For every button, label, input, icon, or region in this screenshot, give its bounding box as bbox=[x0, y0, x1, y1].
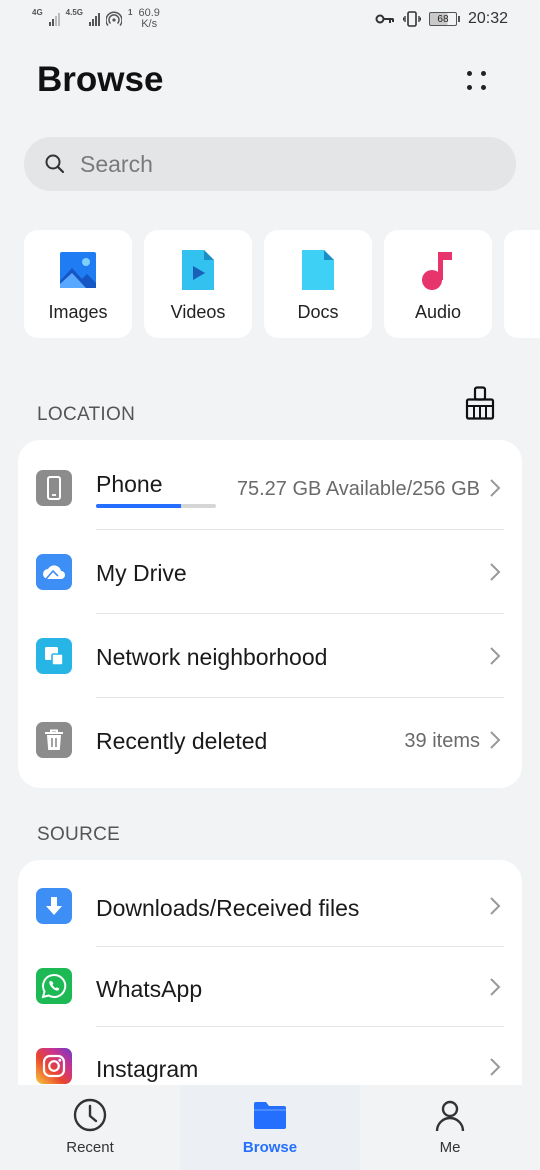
person-icon bbox=[435, 1100, 465, 1132]
deleted-count: 39 items bbox=[404, 730, 480, 752]
more-options-button[interactable] bbox=[458, 62, 496, 100]
hotspot-icon bbox=[106, 11, 123, 26]
cloud-icon bbox=[36, 554, 72, 590]
signal-icon bbox=[89, 12, 101, 26]
nav-label: Browse bbox=[242, 1139, 298, 1156]
status-right: 68 20:32 bbox=[375, 10, 508, 28]
instagram-icon bbox=[36, 1048, 72, 1084]
chevron-right-icon bbox=[490, 563, 501, 581]
search-bar[interactable] bbox=[24, 137, 516, 191]
whatsapp-icon bbox=[36, 968, 72, 1004]
images-icon bbox=[58, 250, 98, 290]
network-speed: 60.9 K/s bbox=[138, 8, 159, 30]
docs-icon bbox=[298, 250, 338, 290]
nav-label: Recent bbox=[66, 1139, 114, 1156]
category-audio[interactable]: Audio bbox=[384, 230, 492, 338]
location-label: Recently deleted bbox=[96, 728, 268, 754]
source-label: Downloads/Received files bbox=[96, 895, 360, 921]
storage-progress-bar bbox=[96, 504, 216, 508]
nav-recent[interactable]: Recent bbox=[0, 1085, 180, 1170]
source-label: WhatsApp bbox=[96, 976, 203, 1002]
location-item-network-neighborhood[interactable]: Network neighborhood bbox=[18, 614, 522, 698]
location-item-my-drive[interactable]: My Drive bbox=[18, 530, 522, 614]
category-images[interactable]: Images bbox=[24, 230, 132, 338]
battery-icon: 68 bbox=[428, 12, 460, 26]
location-item-recently-deleted[interactable]: Recently deleted 39 items bbox=[18, 698, 522, 788]
category-more[interactable] bbox=[504, 230, 540, 338]
audio-icon bbox=[418, 250, 458, 290]
videos-icon bbox=[178, 250, 218, 290]
category-label: Images bbox=[48, 302, 108, 322]
more-dots-icon bbox=[481, 85, 486, 90]
network-type-2: 4.5G bbox=[65, 8, 84, 17]
location-label: My Drive bbox=[96, 560, 187, 586]
chevron-right-icon bbox=[490, 1058, 501, 1076]
phone-icon bbox=[36, 470, 72, 506]
status-bar: 4G 4.5G 1 60.9 K/s 68 20:32 bbox=[0, 0, 540, 38]
location-card: Phone 75.27 GB Available/256 GB My Drive… bbox=[18, 440, 522, 788]
nav-label: Me bbox=[439, 1139, 461, 1156]
category-row: Images Videos Docs Audio bbox=[24, 230, 540, 338]
category-label: Audio bbox=[414, 302, 462, 322]
category-videos[interactable]: Videos bbox=[144, 230, 252, 338]
chevron-right-icon bbox=[490, 647, 501, 665]
source-label: Instagram bbox=[96, 1056, 199, 1082]
clock-icon bbox=[73, 1098, 107, 1132]
broom-icon[interactable] bbox=[464, 386, 496, 420]
search-input[interactable] bbox=[80, 150, 460, 178]
hotspot-count: 1 bbox=[128, 8, 133, 17]
storage-info: 75.27 GB Available/256 GB bbox=[236, 478, 480, 500]
trash-icon bbox=[36, 722, 72, 758]
chevron-right-icon bbox=[490, 978, 501, 996]
folder-icon bbox=[254, 1102, 286, 1129]
nav-me[interactable]: Me bbox=[360, 1085, 540, 1170]
category-label: Docs bbox=[297, 302, 339, 322]
source-item-downloads[interactable]: Downloads/Received files bbox=[18, 860, 522, 946]
chevron-right-icon bbox=[490, 479, 501, 497]
status-left: 4G 4.5G 1 60.9 K/s bbox=[32, 8, 160, 30]
page-title: Browse bbox=[37, 60, 164, 99]
location-item-phone[interactable]: Phone 75.27 GB Available/256 GB bbox=[18, 440, 522, 530]
signal-icon bbox=[48, 12, 60, 26]
search-icon bbox=[45, 154, 65, 174]
category-label: Videos bbox=[170, 302, 226, 322]
battery-level: 68 bbox=[428, 12, 457, 26]
clock-time: 20:32 bbox=[467, 10, 508, 27]
speed-unit: K/s bbox=[141, 18, 158, 30]
vibrate-icon bbox=[402, 11, 421, 27]
chevron-right-icon bbox=[490, 731, 501, 749]
location-section-title: LOCATION bbox=[37, 404, 136, 425]
more-dots-icon bbox=[467, 85, 472, 90]
location-label: Phone bbox=[96, 471, 163, 497]
category-docs[interactable]: Docs bbox=[264, 230, 372, 338]
nav-browse[interactable]: Browse bbox=[180, 1085, 360, 1170]
source-section-title: SOURCE bbox=[37, 824, 121, 845]
bottom-navigation: Recent Browse Me bbox=[0, 1085, 540, 1170]
key-icon bbox=[375, 14, 394, 24]
download-icon bbox=[36, 888, 72, 924]
location-label: Network neighborhood bbox=[96, 644, 328, 670]
more-dots-icon bbox=[467, 71, 472, 76]
source-item-whatsapp[interactable]: WhatsApp bbox=[18, 947, 522, 1027]
storage-progress-fill bbox=[96, 504, 182, 508]
more-dots-icon bbox=[481, 71, 486, 76]
network-type-1: 4G bbox=[32, 8, 43, 17]
chevron-right-icon bbox=[490, 897, 501, 915]
network-icon bbox=[36, 638, 72, 674]
